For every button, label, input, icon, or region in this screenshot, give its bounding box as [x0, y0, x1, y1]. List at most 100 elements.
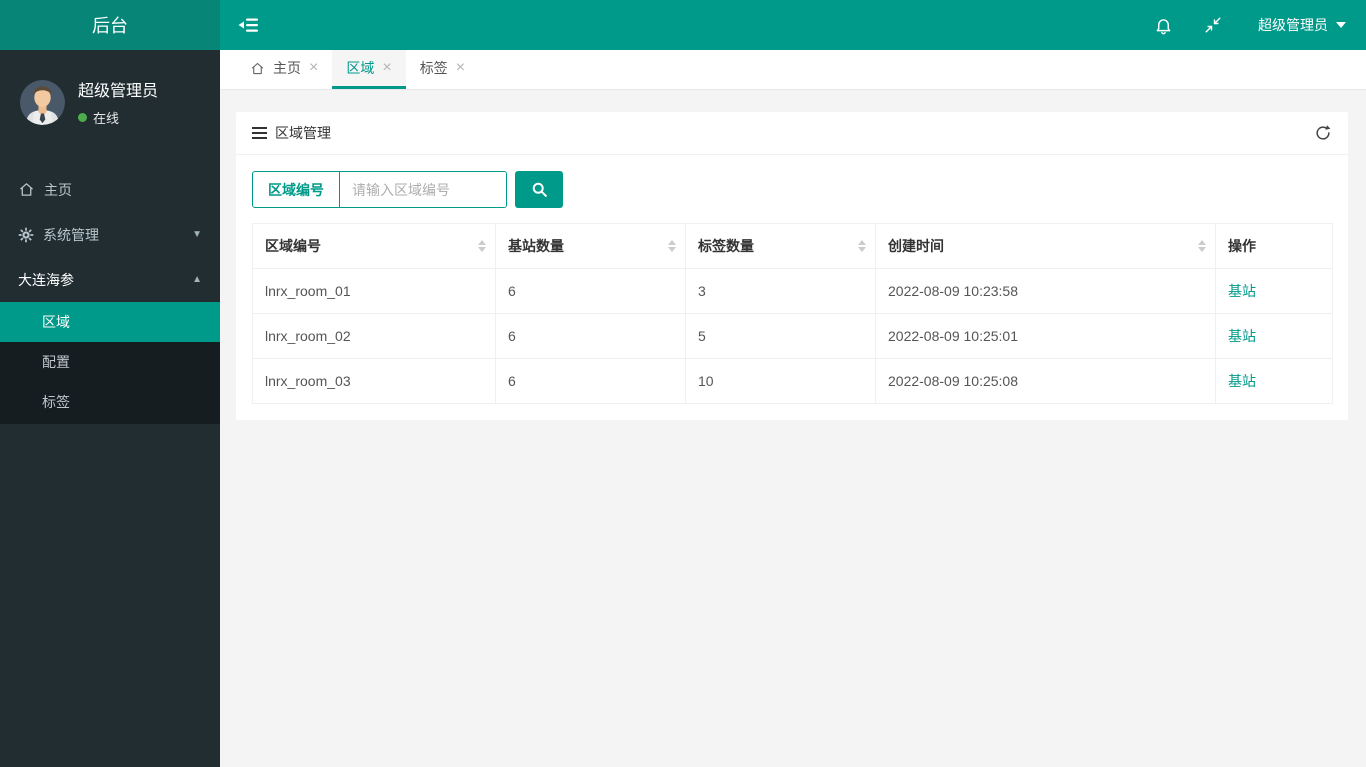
cell-actions: 基站	[1215, 313, 1333, 359]
station-link[interactable]: 基站	[1228, 283, 1256, 299]
column-label: 区域编号	[265, 238, 321, 254]
avatar	[20, 79, 65, 125]
cell-tag-count: 3	[685, 268, 876, 314]
tab-label: 主页	[273, 60, 301, 76]
sidebar: 超级管理员 在线 主页 系统管理 ▼ 大连海参 ▲ 区域 配置 标签	[0, 50, 220, 767]
area-table: 区域编号 基站数量 标签数量 创建时间 操作 lnrx_room_01 6 3 …	[252, 223, 1333, 404]
table-row: lnrx_room_01 6 3 2022-08-09 10:23:58 基站	[252, 268, 1333, 314]
tab-bar: 主页 × 区域 × 标签 ×	[220, 50, 1366, 90]
close-icon[interactable]: ×	[382, 60, 391, 76]
sidebar-item-home[interactable]: 主页	[0, 167, 220, 212]
column-header-actions: 操作	[1215, 223, 1333, 269]
column-label: 标签数量	[698, 238, 754, 254]
hamburger-icon	[252, 127, 267, 139]
column-label: 操作	[1228, 238, 1256, 254]
admin-app: 后台 超级管理员 超级管理员 在线 主页 系统管理 ▼ 大连海参 ▲ 区域 配置…	[0, 0, 1366, 767]
compress-icon	[1204, 16, 1222, 34]
top-header: 后台 超级管理员	[0, 0, 1366, 50]
sidebar-user-info: 超级管理员 在线	[78, 77, 158, 127]
sidebar-item-label: 系统管理	[43, 226, 99, 243]
search-field-label: 区域编号	[253, 172, 340, 207]
column-header-area-code[interactable]: 区域编号	[252, 223, 496, 269]
panel-header: 区域管理	[236, 112, 1348, 155]
column-header-created-time[interactable]: 创建时间	[875, 223, 1216, 269]
cell-tag-count: 5	[685, 313, 876, 359]
sidebar-item-label: 主页	[44, 181, 72, 198]
caret-down-icon: ▼	[192, 229, 202, 240]
sort-icon[interactable]	[668, 240, 676, 252]
column-label: 创建时间	[888, 238, 944, 254]
cell-tag-count: 10	[685, 358, 876, 404]
column-header-tag-count[interactable]: 标签数量	[685, 223, 876, 269]
fullscreen-exit-button[interactable]	[1188, 0, 1238, 50]
tab-home[interactable]: 主页 ×	[236, 50, 332, 89]
search-bar: 区域编号	[252, 171, 1332, 208]
table-row: lnrx_room_03 6 10 2022-08-09 10:25:08 基站	[252, 358, 1333, 404]
sidebar-item-dalian-haishen[interactable]: 大连海参 ▲	[0, 257, 220, 302]
sidebar-item-system-management[interactable]: 系统管理 ▼	[0, 212, 220, 257]
home-icon	[18, 181, 35, 198]
sidebar-item-config[interactable]: 配置	[0, 342, 220, 382]
cell-actions: 基站	[1215, 358, 1333, 404]
cell-area-code: lnrx_room_01	[252, 268, 496, 314]
cell-area-code: lnrx_room_02	[252, 313, 496, 359]
column-label: 基站数量	[508, 238, 564, 254]
station-link[interactable]: 基站	[1228, 328, 1256, 344]
cell-created-time: 2022-08-09 10:23:58	[875, 268, 1216, 314]
main-area: 主页 × 区域 × 标签 × 区域管理 区域编号 请输入区域编号 区域编号 基站…	[220, 50, 1366, 767]
column-header-station-count[interactable]: 基站数量	[495, 223, 686, 269]
refresh-icon	[1314, 124, 1332, 142]
panel-body: 区域编号 请输入区域编号 区域编号 基站数量 标签数量 创建时间 操作 lnrx…	[236, 155, 1348, 420]
online-status-icon	[78, 113, 87, 122]
cell-area-code: lnrx_room_03	[252, 358, 496, 404]
tab-area[interactable]: 区域 ×	[332, 50, 406, 89]
content-area: 区域管理 区域编号 请输入区域编号 区域编号 基站数量 标签数量 创建时间 操作…	[220, 90, 1366, 767]
cell-station-count: 6	[495, 313, 686, 359]
app-logo[interactable]: 后台	[0, 0, 220, 50]
search-input-group: 区域编号	[252, 171, 507, 208]
close-icon[interactable]: ×	[456, 60, 465, 76]
search-icon	[531, 181, 548, 198]
bell-icon	[1154, 16, 1173, 35]
cell-created-time: 2022-08-09 10:25:08	[875, 358, 1216, 404]
user-menu[interactable]: 超级管理员	[1238, 0, 1366, 50]
station-link[interactable]: 基站	[1228, 373, 1256, 389]
sidebar-item-area[interactable]: 区域	[0, 302, 220, 342]
panel-title: 区域管理	[275, 125, 331, 141]
search-button[interactable]	[515, 171, 563, 208]
cell-station-count: 6	[495, 358, 686, 404]
navbar-right: 超级管理员	[1138, 0, 1366, 50]
sidebar-user-status: 在线	[78, 108, 158, 127]
chevron-down-icon	[1336, 22, 1346, 28]
sidebar-item-tags[interactable]: 标签	[0, 382, 220, 422]
sidebar-toggle-icon	[238, 17, 258, 33]
cell-created-time: 2022-08-09 10:25:01	[875, 313, 1216, 359]
sort-icon[interactable]	[1198, 240, 1206, 252]
gear-icon	[18, 227, 34, 243]
sidebar-user-panel: 超级管理员 在线	[0, 50, 220, 139]
table-header-row: 区域编号 基站数量 标签数量 创建时间 操作	[252, 223, 1333, 269]
area-management-panel: 区域管理 区域编号 请输入区域编号 区域编号 基站数量 标签数量 创建时间 操作…	[236, 112, 1348, 420]
sidebar-item-label: 大连海参	[18, 271, 74, 288]
cell-station-count: 6	[495, 268, 686, 314]
sidebar-menu: 主页 系统管理 ▼ 大连海参 ▲ 区域 配置 标签	[0, 167, 220, 424]
navbar: 超级管理员	[220, 0, 1366, 50]
close-icon[interactable]: ×	[309, 60, 318, 76]
caret-up-icon: ▲	[192, 274, 202, 285]
sort-icon[interactable]	[858, 240, 866, 252]
tab-tags[interactable]: 标签 ×	[406, 50, 479, 89]
sidebar-toggle-button[interactable]	[220, 0, 276, 50]
notifications-button[interactable]	[1138, 0, 1188, 50]
tab-label: 标签	[419, 60, 448, 76]
online-status-label: 在线	[93, 111, 120, 126]
home-icon	[250, 61, 265, 76]
cell-actions: 基站	[1215, 268, 1333, 314]
refresh-button[interactable]	[1314, 124, 1332, 142]
table-row: lnrx_room_02 6 5 2022-08-09 10:25:01 基站	[252, 313, 1333, 359]
area-code-input[interactable]	[340, 172, 506, 207]
sort-icon[interactable]	[478, 240, 486, 252]
tab-label: 区域	[346, 60, 375, 76]
user-menu-label: 超级管理员	[1258, 17, 1328, 33]
sidebar-user-name: 超级管理员	[78, 83, 159, 100]
sidebar-submenu: 区域 配置 标签	[0, 302, 220, 424]
